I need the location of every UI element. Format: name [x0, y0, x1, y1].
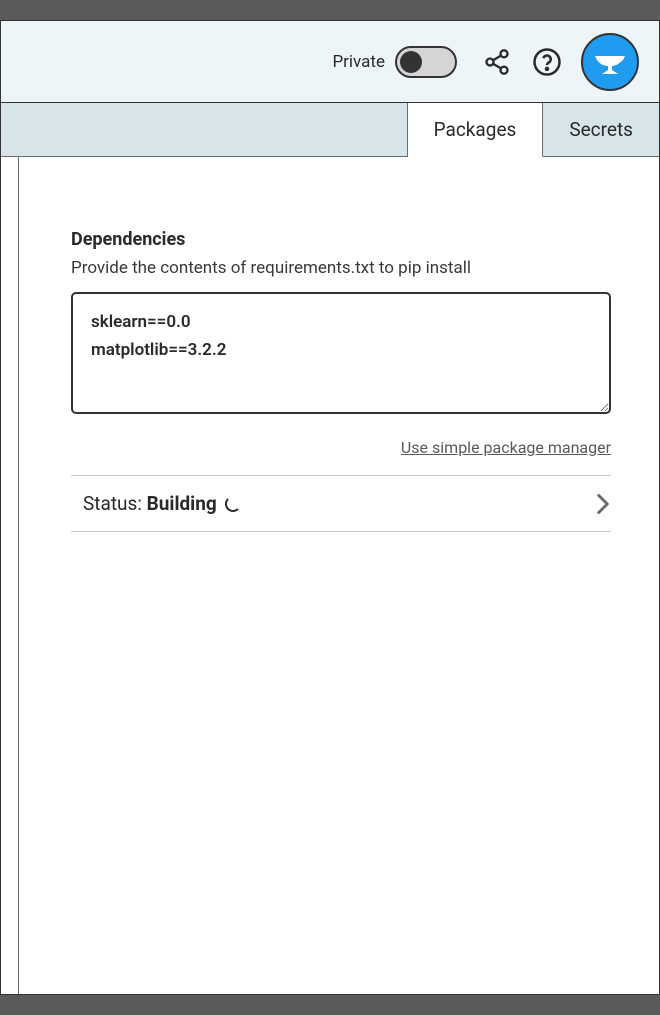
tab-spacer — [1, 103, 408, 156]
status-row[interactable]: Status: Building — [71, 475, 611, 532]
spinner-icon — [225, 496, 241, 512]
simple-package-manager-link[interactable]: Use simple package manager — [401, 438, 611, 457]
requirements-input[interactable] — [71, 292, 611, 414]
left-rail — [1, 157, 19, 994]
status-value: Building — [147, 492, 217, 515]
status-label: Status: — [83, 492, 147, 515]
header-bar: Private — [1, 21, 659, 103]
tabs-row: Packages Secrets — [1, 103, 659, 157]
tab-packages[interactable]: Packages — [408, 103, 544, 157]
anvil-logo-button[interactable] — [581, 33, 639, 91]
share-icon[interactable] — [481, 46, 513, 78]
simple-manager-row: Use simple package manager — [71, 438, 611, 457]
privacy-label: Private — [332, 52, 385, 72]
main-panel: Dependencies Provide the contents of req… — [19, 157, 659, 994]
dependencies-title: Dependencies — [71, 229, 611, 250]
privacy-toggle[interactable] — [395, 46, 457, 78]
toggle-knob — [400, 51, 422, 73]
status-text-wrap: Status: Building — [83, 492, 241, 515]
chevron-right-icon — [597, 494, 609, 514]
app-container: Private Packag — [0, 20, 660, 995]
dependencies-subtitle: Provide the contents of requirements.txt… — [71, 258, 611, 278]
help-icon[interactable] — [531, 46, 563, 78]
content-area: Dependencies Provide the contents of req… — [1, 157, 659, 994]
tab-secrets[interactable]: Secrets — [543, 103, 659, 156]
